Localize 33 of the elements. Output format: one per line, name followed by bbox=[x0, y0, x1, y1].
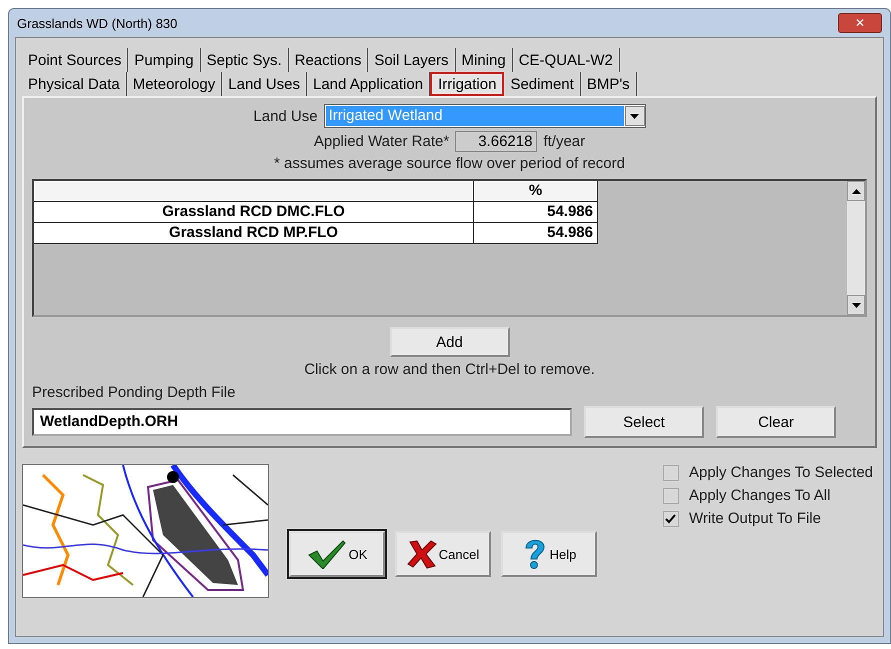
scroll-up-icon[interactable] bbox=[852, 188, 860, 194]
hint-text: Click on a row and then Ctrl+Del to remove. bbox=[303, 361, 596, 378]
tab[interactable]: Irrigation bbox=[430, 72, 504, 96]
file-button[interactable]: Select bbox=[584, 406, 704, 438]
table-cell: Grassland RCD MP.FLO bbox=[34, 223, 474, 244]
checkbox[interactable] bbox=[662, 464, 679, 480]
table-cell: 54.986 bbox=[474, 223, 598, 244]
checkbox-label: Apply Changes To Selected bbox=[688, 464, 873, 481]
window-title: Grasslands WD (North) 830 bbox=[17, 16, 178, 30]
scroll-down-icon[interactable] bbox=[852, 302, 860, 308]
checkbox[interactable] bbox=[662, 488, 679, 504]
table-cell: Grassland RCD DMC.FLO bbox=[34, 202, 474, 223]
cancel-button[interactable]: Cancel bbox=[395, 531, 491, 577]
file-button[interactable]: Clear bbox=[716, 406, 836, 438]
ponding-file-field[interactable]: WetlandDepth.ORH bbox=[32, 408, 572, 436]
column-header: % bbox=[474, 181, 598, 202]
land-use-label: Land Use bbox=[253, 108, 318, 124]
add-button[interactable]: Add bbox=[390, 327, 510, 357]
checkmark-icon bbox=[306, 539, 347, 569]
unit-label: ft/year bbox=[543, 133, 586, 150]
cross-icon bbox=[406, 539, 437, 569]
help-button[interactable]: Help bbox=[501, 531, 597, 577]
footnote: * assumes average source flow over period of record bbox=[272, 155, 626, 172]
checkbox-label: Write Output To File bbox=[688, 510, 821, 527]
checkbox-label: Apply Changes To All bbox=[688, 487, 830, 504]
close-button[interactable]: ✕ bbox=[838, 13, 882, 33]
applied-water-rate-field: 3.66218 bbox=[455, 131, 538, 152]
table-cell: 54.986 bbox=[474, 202, 598, 223]
applied-water-rate-label: Applied Water Rate* bbox=[314, 133, 450, 150]
ponding-file-label: Prescribed Ponding Depth File bbox=[32, 384, 236, 401]
ok-button[interactable]: OK bbox=[289, 531, 385, 577]
scrollbar[interactable] bbox=[847, 181, 865, 315]
checkbox[interactable] bbox=[662, 510, 679, 526]
